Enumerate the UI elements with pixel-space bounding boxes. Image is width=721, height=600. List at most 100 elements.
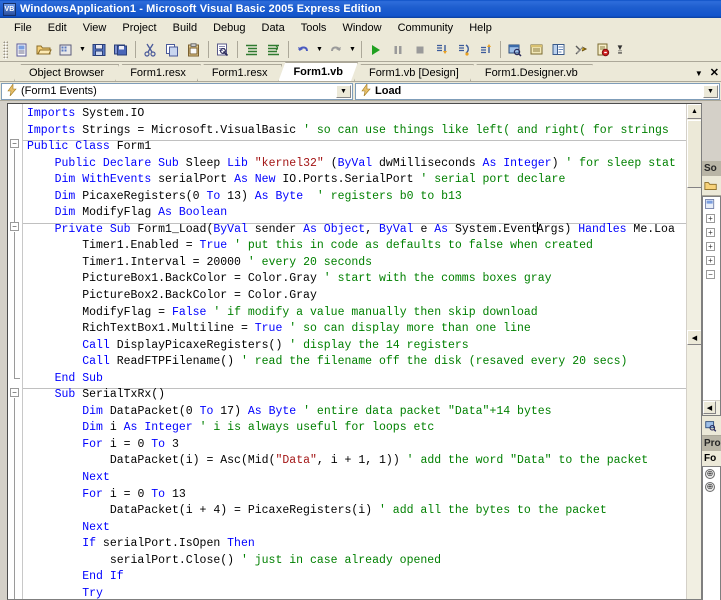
code-line[interactable]: PictureBox1.BackColor = Color.Gray ' sta…: [23, 271, 686, 288]
editor-vertical-scrollbar[interactable]: ▲ ◀: [686, 104, 701, 599]
tree-collapse-icon[interactable]: −: [706, 269, 715, 279]
solution-explorer-tree[interactable]: + + + + − ◀: [702, 196, 721, 416]
properties-sort-categorized[interactable]: ⊕: [703, 467, 720, 480]
tree-expand-icon[interactable]: +: [706, 255, 715, 265]
code-line[interactable]: Imports Strings = Microsoft.VisualBasic …: [23, 123, 686, 140]
scroll-down-button[interactable]: ◀: [687, 330, 701, 345]
tree-expand-icon[interactable]: +: [706, 241, 715, 251]
toolbar-overflow-button[interactable]: ▼ ≡: [616, 43, 624, 56]
step-out-icon[interactable]: [475, 39, 497, 60]
object-browser-icon[interactable]: [548, 39, 570, 60]
step-over-icon[interactable]: [453, 39, 475, 60]
menu-item-view[interactable]: View: [75, 20, 115, 36]
code-line[interactable]: PictureBox2.BackColor = Color.Gray: [23, 288, 686, 305]
tree-node-item[interactable]: +: [703, 239, 720, 253]
code-text-area[interactable]: Imports System.IO Imports Strings = Micro…: [23, 104, 686, 599]
menu-item-tools[interactable]: Tools: [293, 20, 335, 36]
code-line[interactable]: If serialPort.IsOpen Then: [23, 536, 686, 553]
code-fold-margin[interactable]: − − −: [8, 104, 23, 599]
pause-icon[interactable]: [387, 39, 409, 60]
menu-item-help[interactable]: Help: [461, 20, 500, 36]
tree-node-item[interactable]: −: [703, 267, 720, 281]
save-icon[interactable]: [88, 39, 110, 60]
menu-item-file[interactable]: File: [6, 20, 40, 36]
scroll-up-button[interactable]: ▲: [687, 104, 701, 119]
code-line[interactable]: Try: [23, 586, 686, 599]
redo-dropdown-arrow-icon[interactable]: ▼: [347, 39, 358, 60]
menu-item-edit[interactable]: Edit: [40, 20, 75, 36]
code-line[interactable]: Private Sub Form1_Load(ByVal sender As O…: [23, 221, 686, 239]
tree-node-item[interactable]: +: [703, 225, 720, 239]
code-line[interactable]: Timer1.Interval = 20000 ' every 20 secon…: [23, 255, 686, 272]
menu-item-debug[interactable]: Debug: [205, 20, 253, 36]
paste-icon[interactable]: [183, 39, 205, 60]
code-line[interactable]: End Sub: [23, 371, 686, 388]
undo-icon[interactable]: [292, 39, 314, 60]
tree-node-item[interactable]: +: [703, 211, 720, 225]
add-item-dropdown-arrow-icon[interactable]: ▼: [77, 39, 88, 60]
tree-root-node[interactable]: [703, 197, 720, 211]
properties-search-icon[interactable]: [704, 419, 718, 433]
code-line[interactable]: Timer1.Enabled = True ' put this in code…: [23, 238, 686, 255]
properties-grid[interactable]: ⊕ ⊕: [702, 466, 721, 600]
code-line[interactable]: DataPacket(i) = Asc(Mid("Data", i + 1, 1…: [23, 453, 686, 470]
fold-box-form1-load[interactable]: −: [10, 222, 19, 231]
find-icon[interactable]: [212, 39, 234, 60]
code-line[interactable]: serialPort.Close() ' just in case alread…: [23, 553, 686, 570]
menu-item-build[interactable]: Build: [165, 20, 205, 36]
code-line[interactable]: Public Declare Sub Sleep Lib "kernel32" …: [23, 156, 686, 173]
redo-icon[interactable]: [325, 39, 347, 60]
properties-sort-alphabetical[interactable]: ⊕: [703, 480, 720, 493]
alphabetical-view-icon[interactable]: ⊕: [705, 481, 715, 492]
undo-dropdown-arrow-icon[interactable]: ▼: [314, 39, 325, 60]
add-new-item-icon[interactable]: [11, 39, 33, 60]
scroll-left-button[interactable]: ◀: [703, 401, 716, 414]
stop-icon[interactable]: [409, 39, 431, 60]
code-line[interactable]: Public Class Form1: [23, 139, 686, 156]
class-name-combobox[interactable]: (Form1 Events) ▼: [1, 82, 353, 100]
properties-window-icon[interactable]: [526, 39, 548, 60]
solution-explorer-icon[interactable]: [504, 39, 526, 60]
step-into-icon[interactable]: [431, 39, 453, 60]
fold-box-class[interactable]: −: [10, 139, 19, 148]
tab-form1-vb-design[interactable]: Form1.vb [Design]: [354, 64, 474, 81]
code-line[interactable]: DataPacket(i + 4) = PicaxeRegisters(i) '…: [23, 503, 686, 520]
class-combobox-arrow-icon[interactable]: ▼: [336, 84, 351, 98]
scrollbar-thumb[interactable]: [687, 120, 701, 188]
menu-item-project[interactable]: Project: [114, 20, 164, 36]
code-line[interactable]: Next: [23, 520, 686, 537]
tab-form1-designer-vb[interactable]: Form1.Designer.vb: [470, 64, 593, 81]
save-all-icon[interactable]: [110, 39, 132, 60]
menu-item-window[interactable]: Window: [334, 20, 389, 36]
code-line[interactable]: Dim DataPacket(0 To 17) As Byte ' entire…: [23, 404, 686, 421]
method-name-combobox[interactable]: Load ▼: [355, 82, 720, 100]
uncomment-icon[interactable]: [263, 39, 285, 60]
menu-item-community[interactable]: Community: [390, 20, 462, 36]
code-line[interactable]: Call ReadFTPFilename() ' read the filena…: [23, 354, 686, 371]
tree-expand-icon[interactable]: +: [706, 213, 715, 223]
menu-item-data[interactable]: Data: [254, 20, 293, 36]
code-line[interactable]: Dim PicaxeRegisters(0 To 13) As Byte ' r…: [23, 189, 686, 206]
tree-node-item[interactable]: +: [703, 253, 720, 267]
tab-list-dropdown-icon[interactable]: ▼: [695, 69, 703, 78]
show-all-files-icon[interactable]: [704, 179, 718, 193]
tab-object-browser[interactable]: Object Browser: [14, 64, 119, 81]
code-line[interactable]: Dim ModifyFlag As Boolean: [23, 205, 686, 222]
tab-form1-resx-1[interactable]: Form1.resx: [115, 64, 201, 81]
toolbar-grip[interactable]: [3, 40, 8, 59]
code-line[interactable]: ModifyFlag = False ' if modify a value m…: [23, 305, 686, 322]
categorized-view-icon[interactable]: ⊕: [705, 468, 715, 479]
close-document-icon[interactable]: ✕: [710, 68, 719, 79]
code-line[interactable]: Imports System.IO: [23, 106, 686, 123]
code-line[interactable]: Sub SerialTxRx(): [23, 387, 686, 404]
code-line[interactable]: Dim WithEvents serialPort As New IO.Port…: [23, 172, 686, 189]
tab-form1-vb[interactable]: Form1.vb: [278, 62, 358, 81]
copy-icon[interactable]: [161, 39, 183, 60]
code-line[interactable]: Call DisplayPicaxeRegisters() ' display …: [23, 338, 686, 355]
code-line[interactable]: End If: [23, 569, 686, 586]
code-line[interactable]: Next: [23, 470, 686, 487]
cut-icon[interactable]: [139, 39, 161, 60]
fold-box-serialtxrx[interactable]: −: [10, 388, 19, 397]
tree-expand-icon[interactable]: +: [706, 227, 715, 237]
code-line[interactable]: For i = 0 To 3: [23, 437, 686, 454]
